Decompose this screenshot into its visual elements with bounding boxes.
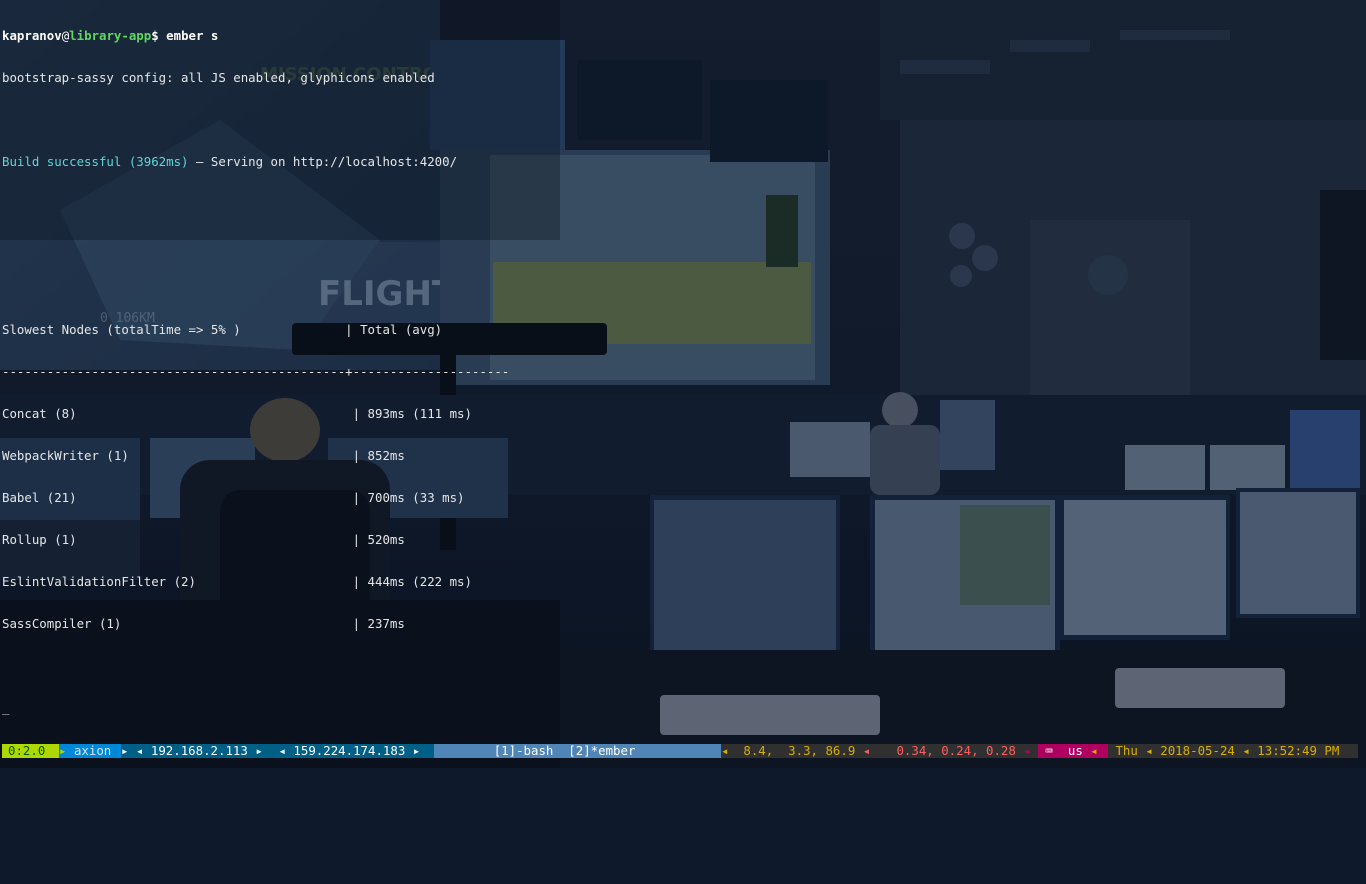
powerline-arrow-icon: ◂ <box>721 743 729 758</box>
slowest-nodes-header: Slowest Nodes (totalTime => 5% ) | Total… <box>2 322 443 337</box>
public-ip-segment: ◂ 159.224.174.183 ▸ <box>271 744 434 758</box>
build-status-line: Build successful (3962ms) – Serving on h… <box>2 155 509 169</box>
powerline-arrow-icon: ◂ <box>1023 743 1031 758</box>
powerline-arrow-icon: ◂ <box>1090 743 1098 758</box>
hostname: axion <box>73 743 112 758</box>
day-of-week: Thu <box>1115 743 1138 758</box>
keyboard-layout-segment: ⌨ us ◂ <box>1038 744 1108 758</box>
powerline-arrow-icon: ▸ ◂ <box>121 743 144 758</box>
powerline-arrow-icon: ▸ <box>59 743 67 758</box>
tmux-status-bar: 0:2.0 ▸ axion ▸ ◂ 192.168.2.113 ▸ ◂ 159.… <box>0 744 1366 758</box>
powerline-arrow-icon: ▸ <box>255 743 263 758</box>
terminal-output[interactable]: kapranov@library-app$ ember s bootstrap-… <box>2 1 509 729</box>
tmux-window-list[interactable]: [1]-bash [2]*ember <box>434 744 721 758</box>
hostname-segment: ▸ axion <box>59 744 121 758</box>
keyboard-icon: ⌨ <box>1045 743 1053 758</box>
slowest-node-row: SassCompiler (1) | 237ms <box>2 616 405 631</box>
prompt-host: library-app <box>69 28 152 43</box>
slowest-node-row: EslintValidationFilter (2) | 444ms (222 … <box>2 574 472 589</box>
tmux-window-tabs[interactable]: [1]-bash [2]*ember <box>494 743 636 758</box>
keyboard-layout: us <box>1067 743 1083 758</box>
clock-segment: Thu ◂ 2018-05-24 ◂ 13:52:49 PM <box>1108 744 1358 758</box>
powerline-arrow-icon: ◂ <box>1145 743 1153 758</box>
build-success: Build successful (3962ms) <box>2 154 189 169</box>
prompt-command: ember s <box>158 28 219 43</box>
prompt-sign: $ <box>151 28 159 43</box>
prompt-user: kapranov <box>2 28 62 43</box>
local-ip-segment: ▸ ◂ 192.168.2.113 ▸ <box>121 744 271 758</box>
load-average-segment: 0.34, 0.24, 0.28 ◂ <box>889 744 1038 758</box>
cpu-usage-segment: ◂ 8.4, 3.3, 86.9 ◂ <box>721 744 889 758</box>
tmux-session-indicator[interactable]: 0:2.0 <box>2 744 59 758</box>
powerline-arrow-icon: ◂ <box>1242 743 1250 758</box>
date: 2018-05-24 <box>1160 743 1235 758</box>
slowest-node-row: Babel (21) | 700ms (33 ms) <box>2 490 465 505</box>
public-ip: 159.224.174.183 <box>293 743 406 758</box>
output-line: bootstrap-sassy config: all JS enabled, … <box>2 70 435 85</box>
slowest-node-row: WebpackWriter (1) | 852ms <box>2 448 405 463</box>
powerline-arrow-icon: ▸ <box>412 743 421 758</box>
powerline-arrow-icon: ◂ <box>862 743 871 758</box>
terminal-cursor[interactable]: _ <box>2 701 509 715</box>
slowest-node-row: Concat (8) | 893ms (111 ms) <box>2 406 472 421</box>
session-id: 0:2.0 <box>8 743 46 758</box>
powerline-arrow-icon: ◂ <box>278 743 286 758</box>
time: 13:52:49 PM <box>1257 743 1340 758</box>
build-serving: – Serving on http://localhost:4200/ <box>188 154 458 169</box>
slowest-node-row: Rollup (1) | 520ms <box>2 532 405 547</box>
cpu-usage: 8.4, 3.3, 86.9 <box>743 743 856 758</box>
load-average: 0.34, 0.24, 0.28 <box>896 743 1016 758</box>
local-ip: 192.168.2.113 <box>150 743 248 758</box>
shell-prompt: kapranov@library-app$ ember s <box>2 29 509 43</box>
slowest-nodes-separator: ----------------------------------------… <box>2 364 510 379</box>
